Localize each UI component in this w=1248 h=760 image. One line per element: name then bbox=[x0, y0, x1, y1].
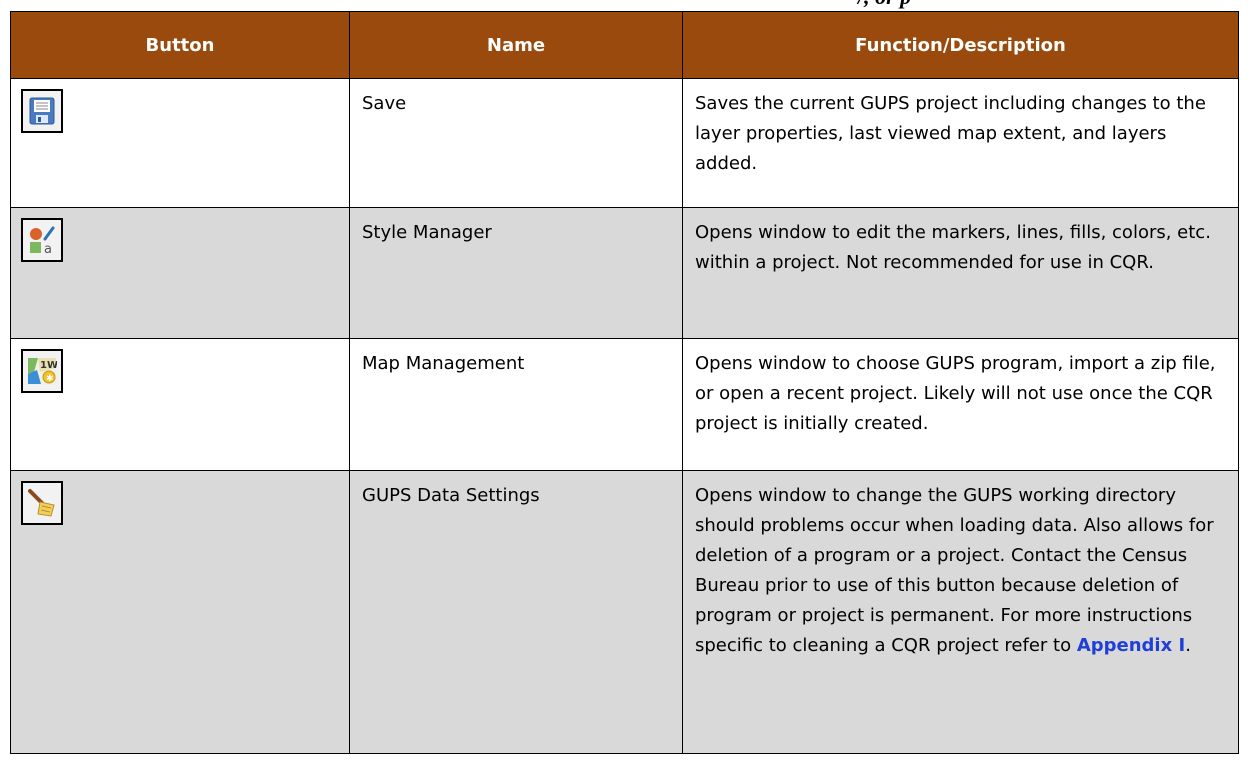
appendix-link[interactable]: Appendix I bbox=[1077, 635, 1185, 656]
button-name: GUPS Data Settings bbox=[349, 470, 683, 754]
button-cell bbox=[10, 470, 350, 754]
button-description: Opens window to change the GUPS working … bbox=[682, 470, 1239, 754]
toolbar-buttons-table: Button Name Function/Description Save Sa… bbox=[10, 11, 1239, 754]
map-management-icon: 1W ✱ bbox=[21, 349, 63, 393]
style-manager-icon: a bbox=[21, 218, 63, 262]
svg-text:1W: 1W bbox=[40, 360, 57, 371]
button-cell: 1W ✱ bbox=[10, 338, 350, 471]
button-name: Save bbox=[349, 78, 683, 208]
header-name: Name bbox=[349, 11, 683, 79]
button-name: Map Management bbox=[349, 338, 683, 471]
button-description: Opens window to choose GUPS program, imp… bbox=[682, 338, 1239, 471]
table-row: 1W ✱ Map Management Opens window to choo… bbox=[10, 338, 1239, 471]
description-end: . bbox=[1185, 635, 1191, 656]
svg-text:✱: ✱ bbox=[46, 374, 54, 384]
description-text: Opens window to change the GUPS working … bbox=[695, 485, 1214, 656]
button-name: Style Manager bbox=[349, 207, 683, 339]
button-cell: a bbox=[10, 207, 350, 339]
svg-text:a: a bbox=[44, 242, 52, 255]
button-cell bbox=[10, 78, 350, 208]
header-function-description: Function/Description bbox=[682, 11, 1239, 79]
table-row: a Style Manager Opens window to edit the… bbox=[10, 207, 1239, 339]
table-header-row: Button Name Function/Description bbox=[10, 11, 1239, 79]
button-description: Opens window to edit the markers, lines,… bbox=[682, 207, 1239, 339]
table-row: Save Saves the current GUPS project incl… bbox=[10, 78, 1239, 208]
table-row: GUPS Data Settings Opens window to chang… bbox=[10, 470, 1239, 754]
button-description: Saves the current GUPS project including… bbox=[682, 78, 1239, 208]
gups-data-settings-icon bbox=[21, 481, 63, 525]
caption-fragment: /, or p bbox=[858, 0, 911, 10]
header-button: Button bbox=[10, 11, 350, 79]
save-icon bbox=[21, 89, 63, 133]
